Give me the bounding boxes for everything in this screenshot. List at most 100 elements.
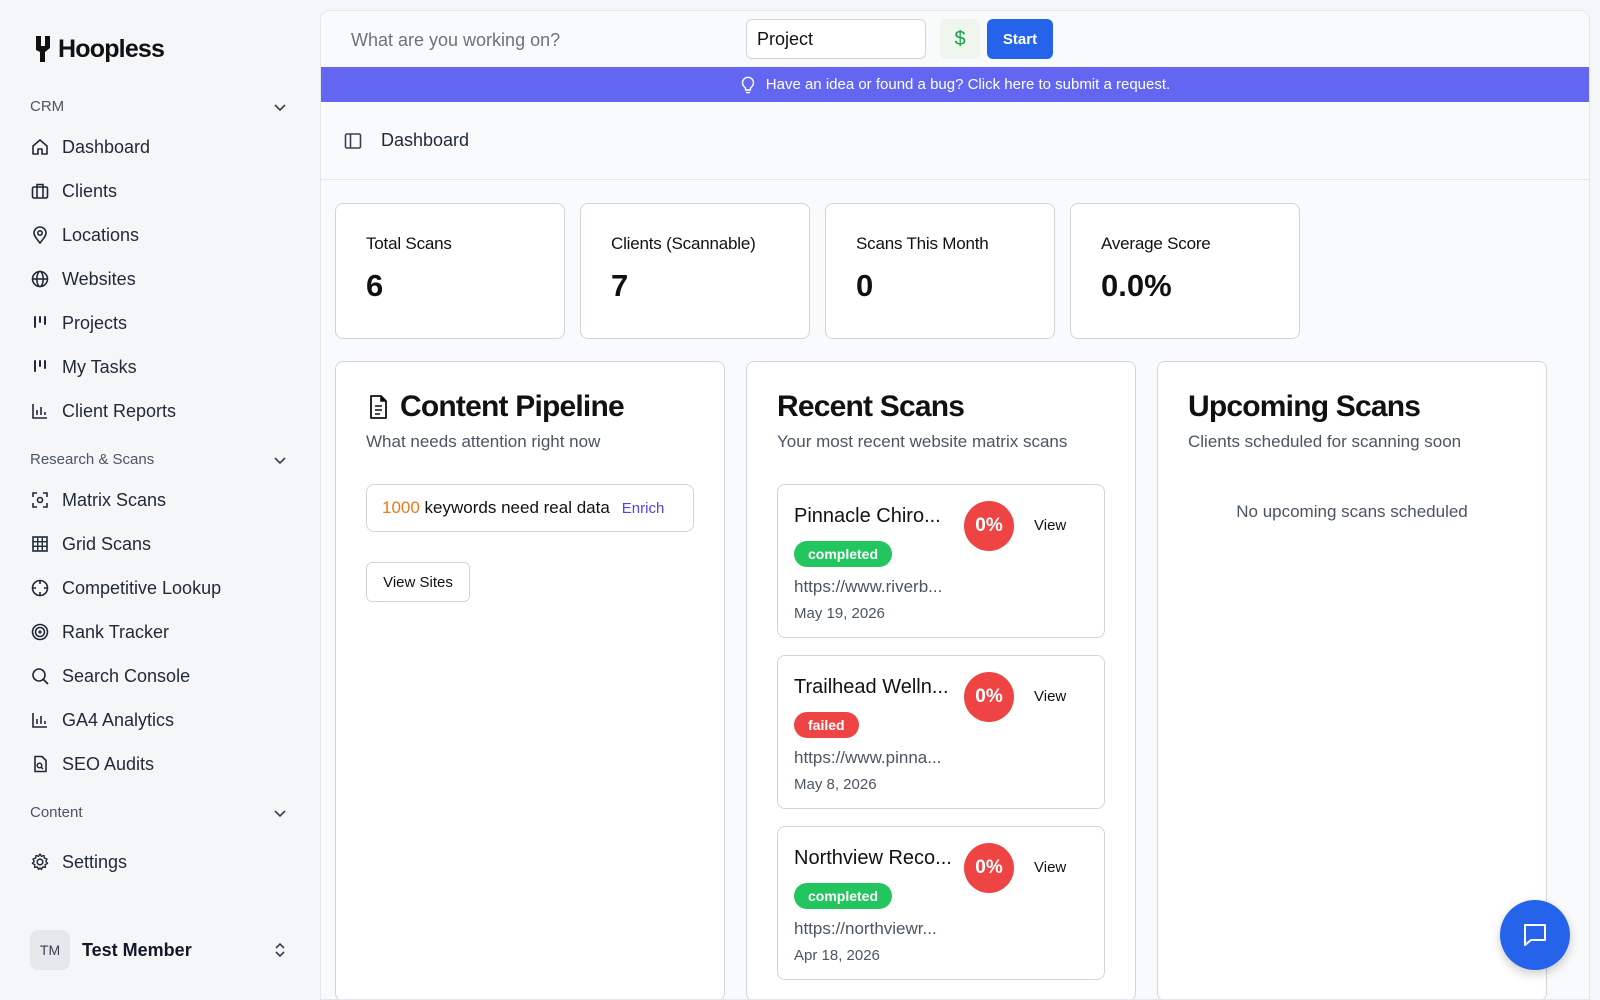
sidebar-item-ga4-analytics[interactable]: GA4 Analytics bbox=[30, 706, 174, 734]
search-icon bbox=[32, 668, 49, 685]
grid-icon bbox=[32, 536, 48, 552]
card-title: Content Pipeline bbox=[400, 390, 625, 423]
sidebar-item-projects[interactable]: Projects bbox=[30, 309, 127, 337]
sidebar-item-label: Search Console bbox=[62, 665, 191, 686]
scan-url: https://northviewr... bbox=[794, 919, 937, 938]
sidebar-item-search-console[interactable]: Search Console bbox=[30, 662, 190, 690]
sidebar-item-label: Competitive Lookup bbox=[62, 577, 222, 598]
status-badge: failed bbox=[794, 712, 859, 738]
page-title: Dashboard bbox=[381, 130, 470, 150]
sidebar-item-label: Locations bbox=[62, 224, 140, 245]
bar-chart-icon bbox=[32, 404, 47, 419]
sidebar-item-client-reports[interactable]: Client Reports bbox=[30, 397, 176, 425]
view-scan-link[interactable]: View bbox=[1034, 517, 1066, 534]
sidebar-item-label: Matrix Scans bbox=[62, 489, 167, 510]
card-subtitle: What needs attention right now bbox=[366, 432, 601, 451]
sidebar-item-label: GA4 Analytics bbox=[62, 709, 175, 730]
user-menu[interactable]: TM Test Member bbox=[30, 930, 288, 970]
project-input[interactable] bbox=[746, 19, 926, 59]
scan-url: https://www.pinna... bbox=[794, 748, 942, 767]
stat-label: Clients (Scannable) bbox=[611, 234, 756, 253]
work-description-input[interactable] bbox=[351, 25, 731, 55]
sidebar-item-seo-audits[interactable]: SEO Audits bbox=[30, 750, 154, 778]
scan-item[interactable]: Northview Reco... 0% View completed http… bbox=[777, 826, 1105, 980]
file-search-icon bbox=[34, 755, 47, 773]
page-header: Dashboard bbox=[321, 102, 1589, 180]
sidebar-item-label: Dashboard bbox=[62, 136, 151, 157]
sidebar-item-competitive-lookup[interactable]: Competitive Lookup bbox=[30, 574, 221, 602]
sidebar-item-label: Grid Scans bbox=[62, 533, 152, 554]
time-tracker-bar: $ Start bbox=[321, 11, 1589, 67]
sidebar-item-label: Rank Tracker bbox=[62, 621, 170, 642]
upcoming-scans-card: Upcoming Scans Clients scheduled for sca… bbox=[1157, 361, 1547, 999]
start-timer-button[interactable]: Start bbox=[987, 19, 1053, 59]
status-badge: completed bbox=[794, 541, 893, 567]
bar-chart-icon bbox=[32, 713, 47, 728]
stat-label: Average Score bbox=[1101, 234, 1211, 253]
feedback-banner[interactable]: Have an idea or found a bug? Click here … bbox=[321, 67, 1589, 102]
scan-score: 0% bbox=[964, 843, 1014, 893]
stat-label: Scans This Month bbox=[856, 234, 989, 253]
sidebar-group-content[interactable]: Content bbox=[30, 804, 288, 821]
sidebar-item-websites[interactable]: Websites bbox=[30, 265, 136, 293]
target-icon bbox=[31, 623, 49, 641]
map-pin-icon bbox=[33, 226, 47, 245]
sidebar-item-clients[interactable]: Clients bbox=[30, 177, 117, 205]
chat-icon bbox=[1524, 924, 1546, 946]
sidebar-item-label: SEO Audits bbox=[62, 753, 155, 774]
scan-score: 0% bbox=[964, 672, 1014, 722]
banner-text: Have an idea or found a bug? Click here … bbox=[765, 76, 1171, 93]
card-subtitle: Clients scheduled for scanning soon bbox=[1188, 432, 1462, 451]
scan-date: May 8, 2026 bbox=[794, 776, 877, 793]
kanban-icon bbox=[34, 316, 46, 328]
brand-logo[interactable]: Hoopless bbox=[32, 34, 165, 64]
main-content: $ Start Have an idea or found a bug? Cli… bbox=[320, 10, 1590, 1000]
scan-date: May 19, 2026 bbox=[794, 605, 885, 622]
scan-date: Apr 18, 2026 bbox=[794, 947, 880, 964]
sidebar-item-label: Websites bbox=[62, 268, 136, 289]
card-title: Upcoming Scans bbox=[1188, 390, 1421, 423]
sidebar-item-settings[interactable]: Settings bbox=[30, 848, 127, 876]
scan-icon bbox=[32, 492, 48, 508]
keyword-message: keywords need real data bbox=[419, 498, 610, 517]
sidebar-item-label: Settings bbox=[62, 851, 128, 872]
sidebar-toggle-icon[interactable] bbox=[343, 131, 363, 151]
scan-score: 0% bbox=[964, 501, 1014, 551]
chevron-down-icon bbox=[274, 456, 286, 464]
chevron-down-icon bbox=[274, 103, 286, 111]
view-scan-link[interactable]: View bbox=[1034, 688, 1066, 705]
sidebar-item-matrix-scans[interactable]: Matrix Scans bbox=[30, 486, 166, 514]
sidebar-item-rank-tracker[interactable]: Rank Tracker bbox=[30, 618, 169, 646]
sidebar-group-research-scans[interactable]: Research & Scans bbox=[30, 451, 288, 468]
brand-name: Hoopless bbox=[58, 34, 165, 63]
sidebar-item-locations[interactable]: Locations bbox=[30, 221, 139, 249]
view-scan-link[interactable]: View bbox=[1034, 859, 1066, 876]
sidebar-item-label: My Tasks bbox=[62, 356, 137, 377]
scan-url: https://www.riverb... bbox=[794, 577, 943, 596]
sidebar-item-dashboard[interactable]: Dashboard bbox=[30, 133, 150, 161]
stat-value: 6 bbox=[366, 268, 384, 303]
sidebar-item-my-tasks[interactable]: My Tasks bbox=[30, 353, 137, 381]
billable-toggle-button[interactable]: $ bbox=[940, 19, 980, 59]
stat-value: 7 bbox=[611, 268, 629, 303]
user-name: Test Member bbox=[82, 939, 192, 960]
lightbulb-icon bbox=[741, 76, 754, 93]
file-text-icon bbox=[370, 395, 387, 419]
card-subtitle: Your most recent website matrix scans bbox=[777, 432, 1068, 451]
stat-card-clients-scannable: Clients (Scannable) 7 bbox=[580, 203, 810, 339]
enrich-link[interactable]: Enrich bbox=[622, 500, 665, 517]
sidebar-item-label: Projects bbox=[62, 312, 128, 333]
dollar-icon: $ bbox=[954, 27, 966, 50]
sidebar-group-label: CRM bbox=[30, 98, 65, 115]
sidebar-item-label: Client Reports bbox=[62, 400, 177, 421]
scan-item[interactable]: Pinnacle Chiro... 0% View completed http… bbox=[777, 484, 1105, 638]
sidebar-group-label: Research & Scans bbox=[30, 451, 155, 468]
sidebar-group-crm[interactable]: CRM bbox=[30, 98, 288, 115]
sidebar-item-grid-scans[interactable]: Grid Scans bbox=[30, 530, 151, 558]
kanban-icon bbox=[34, 360, 46, 372]
scan-client-name: Pinnacle Chiro... bbox=[794, 505, 941, 527]
gear-icon bbox=[31, 853, 49, 871]
scan-item[interactable]: Trailhead Welln... 0% View failed https:… bbox=[777, 655, 1105, 809]
chat-button[interactable] bbox=[1500, 900, 1570, 970]
view-sites-button[interactable]: View Sites bbox=[366, 562, 470, 602]
